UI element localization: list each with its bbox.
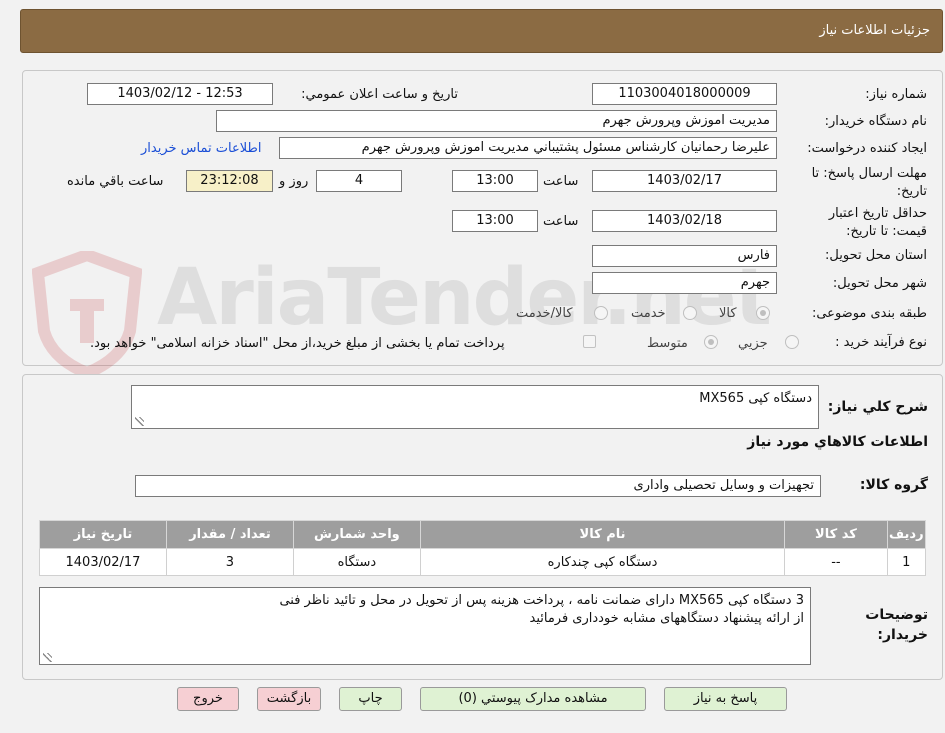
radio-medium[interactable]: [704, 335, 718, 349]
buyer-notes-label: توضيحات خريدار:: [865, 607, 928, 643]
days-label: روز و: [279, 174, 309, 189]
reply-deadline-time: 13:00: [452, 170, 538, 192]
table-row: 1 -- دستگاه کپی چندکاره دستگاه 3 1403/02…: [39, 548, 927, 576]
remaining-days-field: 4: [316, 170, 402, 192]
purchase-process-label: نوع فرآيند خريد :: [835, 335, 927, 350]
goods-table: رديف كد كالا نام كالا واحد شمارش تعداد /…: [39, 520, 927, 576]
price-validity-time-label: ساعت: [543, 214, 579, 229]
price-validity-time: 13:00: [452, 210, 538, 232]
announce-datetime-field: 1403/02/12 - 12:53: [87, 83, 273, 105]
cell-name: دستگاه کپی چندکاره: [419, 548, 786, 576]
radio-goods-service[interactable]: [594, 306, 608, 320]
goods-group-label: گروه كالا:: [859, 477, 928, 493]
price-validity-label: حداقل تاريخ اعتبار قيمت: تا تاريخ:: [828, 206, 927, 239]
announce-datetime-label: تاريخ و ساعت اعلان عمومي:: [301, 87, 458, 102]
radio-service[interactable]: [683, 306, 697, 320]
buyer-org-label: نام دستگاه خريدار:: [824, 114, 927, 129]
radio-minor[interactable]: [785, 335, 799, 349]
reply-button[interactable]: پاسخ به نياز: [664, 687, 787, 711]
buyer-contact-link[interactable]: اطلاعات تماس خريدار: [141, 141, 261, 156]
delivery-city-label: شهر محل تحويل:: [832, 276, 927, 291]
delivery-city-field: جهرم: [592, 272, 777, 294]
price-validity-date: 1403/02/18: [592, 210, 777, 232]
radio-minor-label: جزيي: [738, 336, 768, 351]
reply-deadline-time-label: ساعت: [543, 174, 579, 189]
buyer-notes-line-2: از ارائه پيشنهاد دستگاههای مشابه خودداری…: [529, 611, 805, 626]
general-desc-text: دستگاه کپی MX565: [699, 391, 812, 406]
view-attachments-button[interactable]: مشاهده مدارک پيوستي (0): [420, 687, 646, 711]
buyer-notes-line-1: 3 دستگاه کپی MX565 دارای ضمانت نامه ، پر…: [279, 593, 804, 608]
cell-unit: دستگاه: [292, 548, 421, 576]
buyer-org-field: مديريت اموزش وپرورش جهرم: [216, 110, 777, 132]
goods-group-field: تجهيزات و وسايل تحصيلی واداری: [135, 475, 821, 497]
general-desc-label: شرح كلي نياز:: [827, 399, 928, 415]
resize-handle[interactable]: [135, 417, 144, 426]
print-button[interactable]: چاپ: [339, 687, 402, 711]
col-qty: تعداد / مقدار: [165, 520, 294, 549]
requester-label: ايجاد كننده درخواست:: [807, 141, 927, 156]
page-title: جزئيات اطلاعات نياز: [819, 23, 930, 38]
need-number-label: شماره نياز:: [865, 87, 927, 102]
remaining-time-field: 23:12:08: [186, 170, 273, 192]
col-unit: واحد شمارش: [292, 520, 421, 549]
cell-code: --: [784, 548, 888, 576]
cell-row: 1: [886, 548, 927, 576]
remaining-time-label: ساعت باقي مانده: [67, 174, 164, 189]
reply-deadline-date: 1403/02/17: [592, 170, 777, 192]
treasury-bonds-note: پرداخت تمام يا بخشی از مبلغ خريد،از محل …: [90, 336, 505, 351]
radio-medium-label: متوسط: [647, 336, 688, 351]
need-number-field: 1103004018000009: [592, 83, 777, 105]
delivery-province-label: استان محل تحويل:: [825, 248, 927, 263]
back-button[interactable]: بازگشت: [257, 687, 321, 711]
col-name: نام كالا: [419, 520, 786, 549]
goods-table-header: رديف كد كالا نام كالا واحد شمارش تعداد /…: [39, 520, 927, 549]
subject-category-label: طبقه بندی موضوعی:: [811, 306, 927, 321]
radio-goods-label: كالا: [719, 306, 737, 321]
general-desc-field: دستگاه کپی MX565: [131, 385, 819, 429]
resize-handle[interactable]: [43, 653, 52, 662]
col-row: رديف: [886, 520, 927, 549]
reply-deadline-label: مهلت ارسال پاسخ: تا تاريخ:: [811, 166, 927, 199]
page-header: جزئيات اطلاعات نياز: [20, 9, 943, 53]
requester-field: عليرضا رحمانيان كارشناس مسئول پشتيباني م…: [279, 137, 777, 159]
cell-qty: 3: [165, 548, 294, 576]
radio-service-label: خدمت: [631, 306, 666, 321]
radio-goods-service-label: كالا/خدمت: [516, 306, 573, 321]
goods-info-title: اطلاعات كالاهاي مورد نياز: [747, 434, 928, 450]
need-details-panel: شرح كلي نياز: دستگاه کپی MX565 اطلاعات ك…: [22, 374, 943, 680]
treasury-bonds-checkbox[interactable]: [583, 335, 596, 348]
cell-date: 1403/02/17: [39, 548, 167, 576]
col-date: تاريخ نياز: [39, 520, 167, 549]
delivery-province-field: فارس: [592, 245, 777, 267]
col-code: كد كالا: [784, 520, 888, 549]
radio-goods[interactable]: [756, 306, 770, 320]
buyer-notes-field: 3 دستگاه کپی MX565 دارای ضمانت نامه ، پر…: [39, 587, 811, 665]
exit-button[interactable]: خروج: [177, 687, 239, 711]
